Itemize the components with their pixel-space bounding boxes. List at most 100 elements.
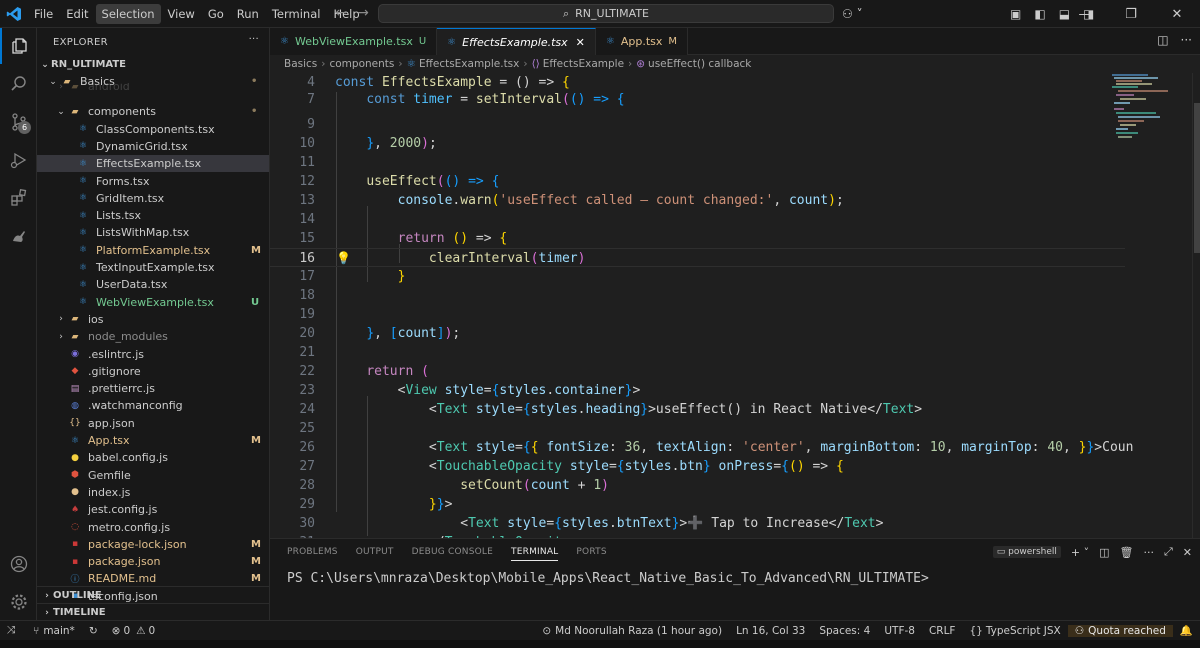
toggle-sidebar-icon[interactable]: ◧ — [1034, 7, 1045, 21]
problems-indicator[interactable]: ⊗ 0 ⚠ 0 — [105, 625, 163, 637]
tab-webviewexample-tsx[interactable]: ⚛ WebViewExample.tsx U — [270, 28, 438, 55]
file-package-json[interactable]: ▪ package.json M — [37, 553, 269, 570]
explorer-icon[interactable] — [0, 28, 37, 64]
sync-icon[interactable]: ↻ — [82, 625, 105, 637]
editor-scrollbar[interactable] — [1192, 73, 1200, 538]
new-terminal-icon[interactable]: + ˅ — [1071, 546, 1089, 559]
file-listswithmap-tsx[interactable]: ⚛ ListsWithMap.tsx — [37, 224, 269, 241]
workspace-root[interactable]: ⌄ RN_ULTIMATE — [37, 56, 269, 73]
panel-tab-terminal[interactable]: TERMINAL — [511, 547, 559, 561]
terminal-prompt[interactable]: PS C:\Users\mnraza\Desktop\Mobile_Apps\R… — [287, 571, 929, 586]
file-app-tsx[interactable]: ⚛ App.tsx M — [37, 432, 269, 449]
close-window-icon[interactable]: ✕ — [1154, 0, 1200, 28]
menu-file[interactable]: File — [28, 4, 59, 24]
menu-terminal[interactable]: Terminal — [266, 4, 327, 24]
minimize-icon[interactable]: — — [1062, 0, 1108, 28]
code-line[interactable]: 15 return () => { — [270, 229, 1125, 248]
code-line[interactable]: 12 useEffect(() => { — [270, 172, 1125, 191]
more-actions-icon[interactable]: ··· — [1143, 546, 1154, 559]
breadcrumb-item[interactable]: useEffect() callback — [648, 58, 751, 70]
tab-app-tsx[interactable]: ⚛ App.tsx M — [595, 28, 689, 55]
tab-effectsexample-tsx[interactable]: ⚛ EffectsExample.tsx ✕ — [437, 28, 596, 55]
accounts-icon[interactable] — [0, 546, 37, 582]
code-line[interactable]: 17 } — [270, 267, 1125, 286]
folder-ios[interactable]: › ▰ ios — [37, 311, 269, 328]
panel-tab-output[interactable]: OUTPUT — [356, 547, 394, 561]
panel-tab-debug-console[interactable]: DEBUG CONSOLE — [412, 547, 493, 561]
kill-terminal-icon[interactable]: 🗑 — [1120, 546, 1134, 559]
kangaroo-extension-icon[interactable] — [0, 218, 37, 254]
notifications-bell-icon[interactable]: 🔔 — [1173, 624, 1200, 637]
terminal-shell-selector[interactable]: ▭ powershell — [992, 546, 1061, 558]
menu-edit[interactable]: Edit — [60, 4, 94, 24]
code-line[interactable]: 7 const timer = setInterval(() => { — [270, 90, 1125, 109]
file-effectsexample-tsx[interactable]: ⚛ EffectsExample.tsx — [37, 155, 269, 173]
split-terminal-icon[interactable]: ◫ — [1099, 546, 1109, 559]
code-line[interactable]: 29 }}> — [270, 495, 1125, 514]
code-line[interactable]: 24 <Text style={styles.heading}>useEffec… — [270, 400, 1125, 419]
file-griditem-tsx[interactable]: ⚛ GridItem.tsx — [37, 190, 269, 207]
file-lists-tsx[interactable]: ⚛ Lists.tsx — [37, 207, 269, 224]
indentation[interactable]: Spaces: 4 — [812, 625, 877, 637]
file-app-json[interactable]: {} app.json — [37, 415, 269, 432]
code-line[interactable]: 11 — [270, 153, 1125, 172]
breadcrumb-item[interactable]: EffectsExample — [543, 58, 624, 70]
code-line[interactable]: 30 <Text style={styles.btnText}>➕ Tap to… — [270, 514, 1125, 533]
search-icon[interactable] — [0, 66, 37, 102]
file-dynamicgrid-tsx[interactable]: ⚛ DynamicGrid.tsx — [37, 138, 269, 155]
back-arrow-icon[interactable]: ← — [330, 5, 352, 21]
code-line[interactable]: 28 setCount(count + 1) — [270, 476, 1125, 495]
command-center[interactable]: ⌕ RN_ULTIMATE — [378, 4, 834, 23]
code-line[interactable]: 18 — [270, 286, 1125, 305]
run-debug-icon[interactable] — [0, 142, 37, 178]
file-metro-config-js[interactable]: ◌ metro.config.js — [37, 518, 269, 535]
close-panel-icon[interactable]: ✕ — [1183, 546, 1192, 559]
extensions-icon[interactable] — [0, 180, 37, 216]
code-line[interactable]: 20 }, [count]); — [270, 324, 1125, 343]
code-line[interactable]: 16 💡 clearInterval(timer) — [270, 248, 1125, 267]
file-gemfile[interactable]: ⬢ Gemfile — [37, 467, 269, 484]
split-editor-icon[interactable]: ◫ — [1157, 33, 1168, 47]
end-of-line[interactable]: CRLF — [922, 625, 963, 637]
source-control-icon[interactable]: 6 — [0, 104, 37, 140]
file-textinputexample-tsx[interactable]: ⚛ TextInputExample.tsx — [37, 259, 269, 276]
file-index-js[interactable]: ● index.js — [37, 484, 269, 501]
code-line[interactable]: 13 console.warn('useEffect called — coun… — [270, 191, 1125, 210]
code-line[interactable]: 25 — [270, 419, 1125, 438]
file-readme-md[interactable]: ⓘ README.md M — [37, 570, 269, 587]
git-blame[interactable]: ⊙ Md Noorullah Raza (1 hour ago) — [535, 625, 729, 637]
file-package-lock-json[interactable]: ▪ package-lock.json M — [37, 536, 269, 553]
code-line[interactable]: 9 — [270, 115, 1125, 134]
file-classcomponents-tsx[interactable]: ⚛ ClassComponents.tsx — [37, 121, 269, 138]
file-forms-tsx[interactable]: ⚛ Forms.tsx — [37, 172, 269, 189]
copilot-quota[interactable]: ⚇ Quota reached — [1067, 624, 1173, 637]
breadcrumb-item[interactable]: EffectsExample.tsx — [419, 58, 519, 70]
menu-selection[interactable]: Selection — [95, 3, 161, 24]
timeline-section[interactable]: › TIMELINE — [37, 603, 269, 621]
encoding[interactable]: UTF-8 — [877, 625, 922, 637]
code-line[interactable]: 22 return ( — [270, 362, 1125, 381]
maximize-panel-icon[interactable]: ⤢ — [1164, 545, 1173, 559]
close-tab-icon[interactable]: ✕ — [576, 36, 585, 49]
breadcrumb-item[interactable]: Basics — [284, 58, 317, 70]
scrollbar-thumb[interactable] — [1194, 103, 1200, 253]
file-watchmanconfig[interactable]: ◍ .watchmanconfig — [37, 397, 269, 414]
branch-indicator[interactable]: ⑂ main* — [26, 625, 82, 637]
more-actions-icon[interactable]: ··· — [1181, 33, 1192, 47]
folder-android[interactable]: › ▰ android — [37, 83, 269, 91]
code-line[interactable]: 27 <TouchableOpacity style={styles.btn} … — [270, 457, 1125, 476]
file-jest-config-js[interactable]: ♠ jest.config.js — [37, 501, 269, 518]
forward-arrow-icon[interactable]: → — [352, 5, 374, 21]
folder-components[interactable]: ⌄ ▰ components • — [37, 103, 269, 120]
code-line[interactable]: 23 <View style={styles.container}> — [270, 381, 1125, 400]
minimap[interactable] — [1108, 73, 1188, 153]
folder-node-modules[interactable]: › ▰ node_modules — [37, 328, 269, 345]
code-line[interactable]: 19 — [270, 305, 1125, 324]
code-line[interactable]: 10 }, 2000); — [270, 134, 1125, 153]
code-line[interactable]: 21 — [270, 343, 1125, 362]
file-userdata-tsx[interactable]: ⚛ UserData.tsx — [37, 276, 269, 293]
restore-icon[interactable]: ❐ — [1108, 0, 1154, 28]
file-platformexample-tsx[interactable]: ⚛ PlatformExample.tsx M — [37, 242, 269, 259]
panel-tab-ports[interactable]: PORTS — [576, 547, 606, 561]
file-eslintrc-js[interactable]: ◉ .eslintrc.js — [37, 345, 269, 362]
